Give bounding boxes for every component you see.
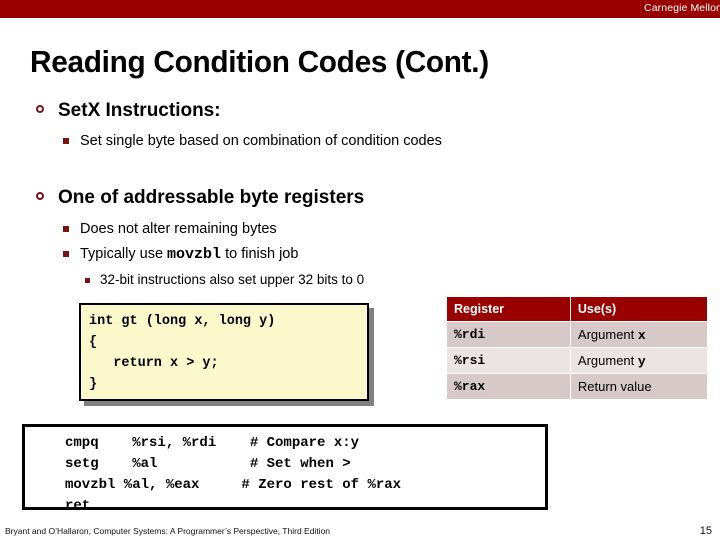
table-row: %rsi Argument y: [446, 347, 709, 374]
bullet-addressable-byte-registers: One of addressable byte registers: [36, 187, 365, 209]
asm-line-1: cmpq %rsi, %rdi # Compare x:y: [65, 435, 360, 451]
bullet-does-not-alter-label: Does not alter remaining bytes: [80, 221, 277, 237]
bullet-does-not-alter: Does not alter remaining bytes: [63, 220, 277, 239]
cell-register: %rax: [446, 373, 571, 400]
page-title: Reading Condition Codes (Cont.): [30, 44, 489, 79]
bullet-set-single-byte-label: Set single byte based on combination of …: [80, 133, 442, 149]
footer-citation: Bryant and O’Hallaron, Computer Systems:…: [5, 526, 331, 536]
square-bullet-icon: [63, 251, 69, 257]
cell-register: %rsi: [446, 347, 571, 374]
table-row: %rax Return value: [446, 373, 709, 400]
asm-line-3: movzbl %al, %eax # Zero rest of %rax: [65, 477, 402, 493]
circle-bullet-icon: [36, 192, 44, 200]
square-bullet-icon: [63, 138, 69, 144]
square-bullet-icon: [63, 226, 69, 232]
cell-use-variable: y: [637, 353, 646, 369]
cell-use: Return value: [569, 373, 709, 400]
c-code-line-1: int gt (long x, long y): [89, 314, 276, 329]
cell-use-text: Argument: [577, 352, 638, 368]
c-code-line-3: return x > y;: [89, 356, 219, 371]
page-number: 15: [699, 525, 712, 537]
asm-line-4: ret: [65, 498, 91, 510]
circle-bullet-icon: [36, 105, 44, 113]
cell-use: Argument y: [569, 347, 709, 374]
cell-use-text: Return value: [577, 378, 652, 394]
cell-register: %rdi: [446, 321, 571, 348]
table-header-row: Register Use(s): [446, 296, 709, 322]
bullet-setx-label: SetX Instructions:: [58, 100, 221, 121]
c-code-box: int gt (long x, long y) { return x > y; …: [79, 303, 369, 401]
bullet-typically-post: to finish job: [221, 246, 299, 262]
cell-use-variable: x: [637, 327, 646, 343]
bullet-addressable-label: One of addressable byte registers: [58, 187, 365, 208]
bullet-typically-use-movzbl: Typically use movzbl to finish job: [63, 245, 299, 264]
c-code-line-4: }: [89, 377, 98, 392]
bullet-32bit-instructions: 32-bit instructions also set upper 32 bi…: [85, 272, 365, 287]
square-bullet-icon: [85, 278, 90, 283]
table-row: %rdi Argument x: [446, 321, 709, 348]
cell-use: Argument x: [569, 321, 709, 348]
bullet-typically-pre: Typically use: [80, 246, 168, 262]
slide-canvas: Carnegie Mellon Reading Condition Codes …: [0, 0, 720, 540]
movzbl-mnemonic: movzbl: [167, 246, 222, 263]
column-header-uses: Use(s): [569, 296, 709, 322]
header-red-band: Carnegie Mellon: [0, 0, 720, 18]
cell-use-text: Argument: [577, 326, 638, 342]
column-header-register: Register: [446, 296, 571, 322]
assembly-code-box: cmpq %rsi, %rdi # Compare x:y setg %al #…: [22, 424, 548, 510]
bullet-32bit-label: 32-bit instructions also set upper 32 bi…: [100, 272, 365, 287]
asm-line-2: setg %al # Set when >: [65, 456, 351, 472]
bullet-set-single-byte: Set single byte based on combination of …: [63, 132, 500, 151]
brand-label: Carnegie Mellon: [644, 2, 720, 14]
c-code-line-2: {: [89, 335, 98, 350]
bullet-setx-instructions: SetX Instructions:: [36, 100, 221, 122]
register-usage-table: Register Use(s) %rdi Argument x %rsi Arg…: [446, 296, 709, 400]
